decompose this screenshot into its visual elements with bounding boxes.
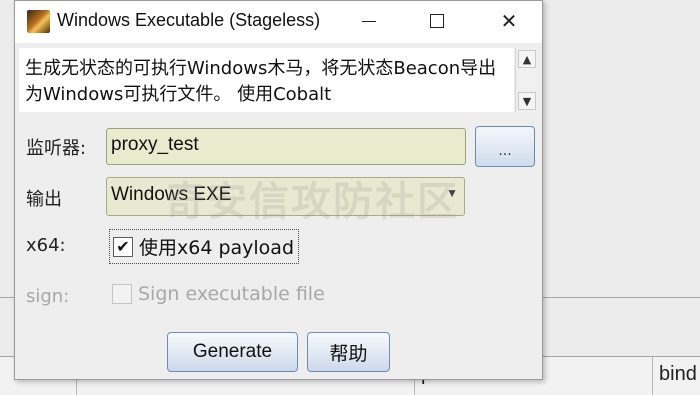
dialog-title: Windows Executable (Stageless) — [57, 10, 321, 30]
output-label: 输出 — [26, 189, 62, 210]
title-bar[interactable]: Windows Executable (Stageless) ✕ — [15, 1, 542, 43]
minimize-button[interactable] — [345, 1, 393, 41]
description-text: 生成无状态的可执行Windows木马，将无状态Beacon导出为Windows可… — [19, 48, 514, 112]
browse-listener-button[interactable]: ... — [475, 126, 535, 167]
sign-checkbox — [112, 284, 132, 304]
generate-button[interactable]: Generate — [167, 332, 298, 372]
maximize-button[interactable] — [413, 1, 461, 41]
listener-label: 监听器: — [26, 138, 87, 159]
app-icon — [27, 10, 50, 33]
x64-checkbox-group[interactable]: ✔ 使用x64 payload — [109, 229, 300, 264]
help-button[interactable]: 帮助 — [307, 332, 390, 372]
output-select[interactable]: Windows EXE ▼ — [106, 177, 465, 216]
output-selected-value: Windows EXE — [111, 184, 232, 205]
maximize-icon — [430, 14, 444, 28]
chevron-down-icon: ▼ — [446, 186, 458, 200]
checkmark-icon: ✔ — [116, 237, 130, 256]
stageless-executable-dialog: Windows Executable (Stageless) ✕ 生成无状态的可… — [14, 0, 543, 380]
scroll-down-icon[interactable]: ▼ — [518, 92, 536, 110]
x64-label: x64: — [26, 235, 66, 256]
column-header-bind[interactable]: bind — [652, 357, 697, 395]
listener-field[interactable]: proxy_test — [106, 128, 466, 165]
close-icon: ✕ — [500, 9, 518, 33]
x64-checkbox-label[interactable]: 使用x64 payload — [139, 233, 294, 260]
close-button[interactable]: ✕ — [485, 1, 533, 41]
sign-checkbox-label: Sign executable file — [138, 283, 325, 305]
scroll-up-icon[interactable]: ▲ — [518, 50, 536, 68]
minimize-icon — [362, 20, 376, 22]
sign-checkbox-group: Sign executable file — [112, 283, 325, 305]
description-scrollbar[interactable]: ▲ ▼ — [515, 48, 537, 112]
sign-label: sign: — [26, 286, 70, 307]
x64-checkbox[interactable]: ✔ — [113, 236, 133, 257]
